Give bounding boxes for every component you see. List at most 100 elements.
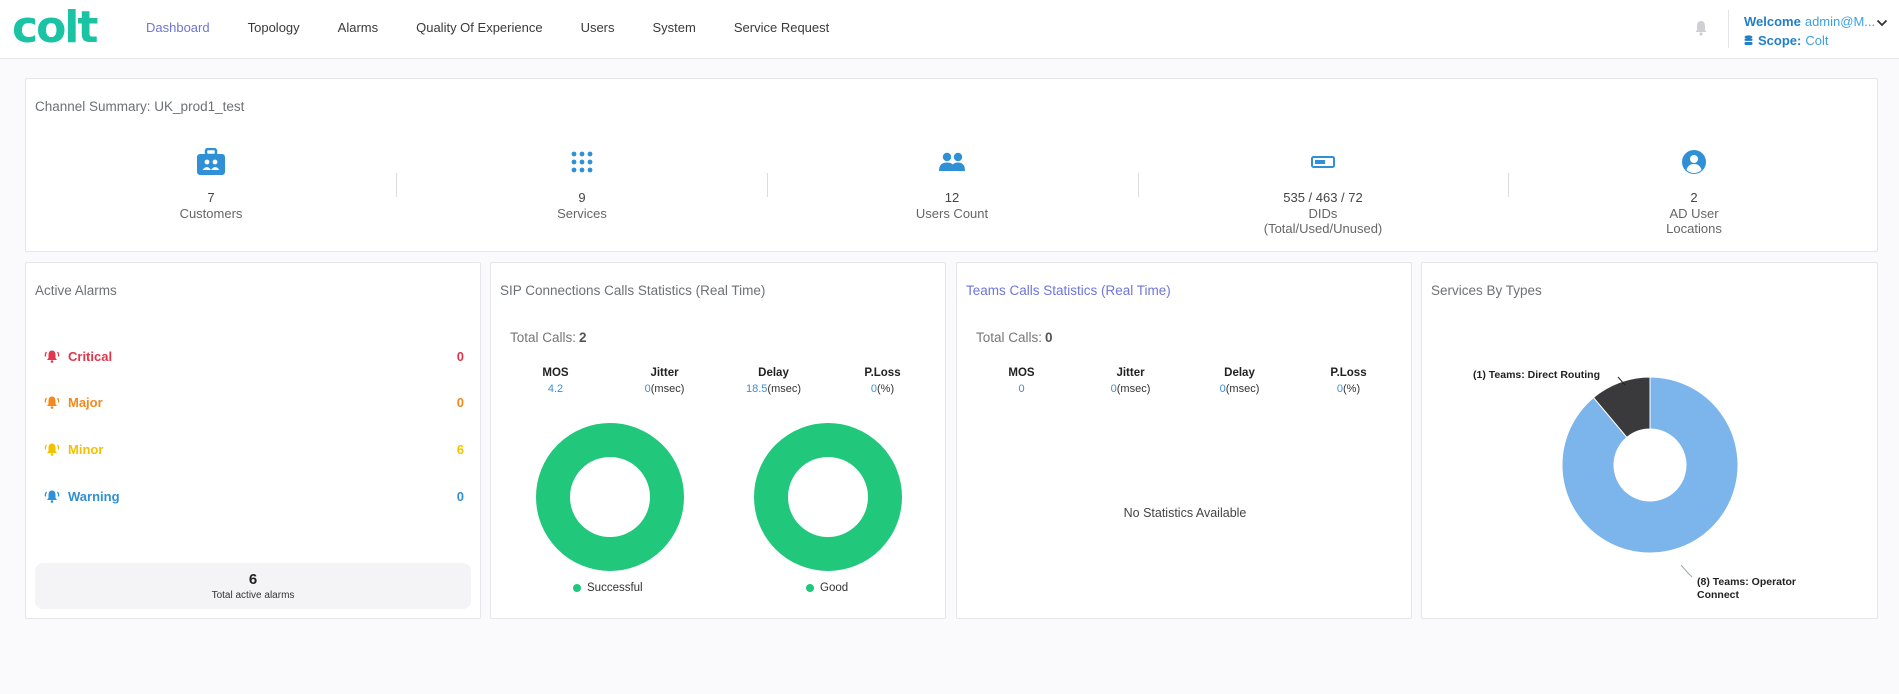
nav-quality-of-experience[interactable]: Quality Of Experience <box>416 20 542 35</box>
sip-stats-title: SIP Connections Calls Statistics (Real T… <box>500 283 766 298</box>
teams-metrics: MOS 0 Jitter 0(msec) Delay 0(msec) P.Los… <box>967 367 1403 395</box>
sip-metrics: MOS 4.2 Jitter 0(msec) Delay 18.5(msec) … <box>501 367 937 395</box>
stat-services-value: 9 <box>578 190 586 205</box>
stat-ad-sublabel: Locations <box>1666 221 1722 236</box>
metric-unit: (%) <box>1343 383 1361 395</box>
nav-users[interactable]: Users <box>581 20 615 35</box>
metric-header: P.Loss <box>1330 367 1367 379</box>
nav-service-request[interactable]: Service Request <box>734 20 829 35</box>
total-active-alarms-value: 6 <box>248 571 258 588</box>
metric-header: MOS <box>542 367 569 379</box>
alarm-row-critical[interactable]: Critical 0 <box>44 346 464 366</box>
pie-label-operator-line2: Connect <box>1697 589 1739 601</box>
main-nav: Dashboard Topology Alarms Quality Of Exp… <box>146 20 867 35</box>
header-divider <box>1728 10 1729 48</box>
alarm-count-major: 0 <box>456 394 464 410</box>
teams-calls-statistics-card: Teams Calls Statistics (Real Time) Total… <box>956 262 1412 619</box>
services-by-types-card: Services By Types (1) Teams: Direct Rout… <box>1421 262 1878 619</box>
teams-stats-title[interactable]: Teams Calls Statistics (Real Time) <box>966 283 1171 298</box>
sip-total-calls: Total Calls: 2 <box>510 330 587 345</box>
alarm-name-critical: Critical <box>68 348 113 364</box>
active-alarms-card: Active Alarms Critical 0 Major 0 Minor 6 <box>25 262 481 619</box>
legend-successful-label: Successful <box>587 582 643 594</box>
colt-logo[interactable]: colt <box>12 6 98 50</box>
nav-system[interactable]: System <box>653 20 696 35</box>
stat-ad-user-locations: 2 AD User Locations <box>1509 147 1879 236</box>
metric-header: MOS <box>1008 367 1035 379</box>
legend-successful[interactable]: Successful <box>573 582 643 594</box>
sip-total-calls-value: 2 <box>579 330 587 345</box>
teams-total-calls: Total Calls: 0 <box>976 330 1053 345</box>
alarm-name-warning: Warning <box>68 488 120 504</box>
stat-users-value: 12 <box>944 190 960 205</box>
bell-icon[interactable] <box>1694 20 1708 36</box>
user-menu[interactable]: Welcome admin@M... Scope: Colt <box>1744 12 1875 50</box>
chevron-down-icon[interactable] <box>1876 18 1888 28</box>
pie-label-connector <box>1680 564 1693 578</box>
top-header: colt Dashboard Topology Alarms Quality O… <box>0 0 1899 59</box>
welcome-user: admin@M... <box>1804 14 1876 29</box>
alarm-row-warning[interactable]: Warning 0 <box>44 486 464 506</box>
metric-unit: (msec) <box>767 383 802 395</box>
metric-unit: (msec) <box>1116 383 1151 395</box>
stat-dids: 535 / 463 / 72 DIDs (Total/Used/Unused) <box>1138 147 1508 236</box>
metric-value: 0 <box>1018 383 1025 395</box>
sim-card-icon <box>1311 156 1335 168</box>
stat-users-label: Users Count <box>915 206 989 221</box>
stat-services: 9 Services <box>397 147 767 221</box>
alarm-count-warning: 0 <box>456 488 464 504</box>
alarm-bell-icon <box>44 350 60 363</box>
total-active-alarms-label: Total active alarms <box>211 590 295 601</box>
teams-total-calls-value: 0 <box>1045 330 1053 345</box>
metric-unit: (msec) <box>1225 383 1260 395</box>
channel-summary-card: Channel Summary: UK_prod1_test 7 Custome… <box>25 78 1878 252</box>
sip-metric-ploss: P.Loss 0(%) <box>828 367 937 395</box>
alarm-bell-icon <box>44 396 60 409</box>
database-icon <box>1744 35 1753 45</box>
nav-alarms[interactable]: Alarms <box>338 20 378 35</box>
services-by-types-pie[interactable] <box>1422 263 1879 620</box>
legend-good-label: Good <box>820 582 849 594</box>
metric-value: 4.2 <box>547 383 564 395</box>
alarm-count-minor: 6 <box>456 441 464 457</box>
stat-dids-sublabel: (Total/Used/Unused) <box>1263 221 1383 236</box>
stat-customers: 7 Customers <box>26 147 396 221</box>
alarm-bell-icon <box>44 490 60 503</box>
nav-topology[interactable]: Topology <box>248 20 300 35</box>
metric-header: Delay <box>1224 367 1255 379</box>
stat-dids-label: DIDs <box>1308 206 1338 221</box>
good-calls-donut[interactable] <box>753 422 903 572</box>
alarm-name-minor: Minor <box>68 441 104 457</box>
successful-calls-donut[interactable] <box>535 422 685 572</box>
sip-metric-jitter: Jitter 0(msec) <box>610 367 719 395</box>
pie-label-operator-connect: (8) Teams: Operator Connect <box>1697 576 1796 602</box>
metric-value: 18.5 <box>745 383 768 395</box>
alarm-row-major[interactable]: Major 0 <box>44 392 464 412</box>
pie-slice-operator-connect[interactable] <box>1561 376 1739 554</box>
teams-metric-mos: MOS 0 <box>967 367 1076 395</box>
channel-summary-title: Channel Summary: UK_prod1_test <box>35 99 245 114</box>
teams-metric-jitter: Jitter 0(msec) <box>1076 367 1185 395</box>
stat-ad-value: 2 <box>1690 190 1698 205</box>
scope-value: Colt <box>1805 33 1829 48</box>
scope-label: Scope: <box>1758 33 1802 48</box>
stat-users-count: 12 Users Count <box>767 147 1137 221</box>
pie-label-direct-routing: (1) Teams: Direct Routing <box>1473 369 1600 381</box>
donut-ring-successful[interactable] <box>536 423 684 571</box>
teams-metric-delay: Delay 0(msec) <box>1185 367 1294 395</box>
alarm-bell-icon <box>44 443 60 456</box>
alarm-row-minor[interactable]: Minor 6 <box>44 439 464 459</box>
metric-unit: (msec) <box>650 383 685 395</box>
nav-dashboard[interactable]: Dashboard <box>146 20 210 35</box>
donut-ring-good[interactable] <box>754 423 902 571</box>
metric-unit: (%) <box>877 383 895 395</box>
users-icon <box>939 152 965 171</box>
user-location-icon <box>1682 150 1706 174</box>
stat-customers-label: Customers <box>179 206 243 221</box>
grid-dots-icon <box>571 151 593 173</box>
sip-calls-statistics-card: SIP Connections Calls Statistics (Real T… <box>490 262 946 619</box>
no-statistics-message: No Statistics Available <box>1123 506 1247 520</box>
teams-metric-ploss: P.Loss 0(%) <box>1294 367 1403 395</box>
metric-header: Delay <box>758 367 789 379</box>
legend-good[interactable]: Good <box>806 582 848 594</box>
